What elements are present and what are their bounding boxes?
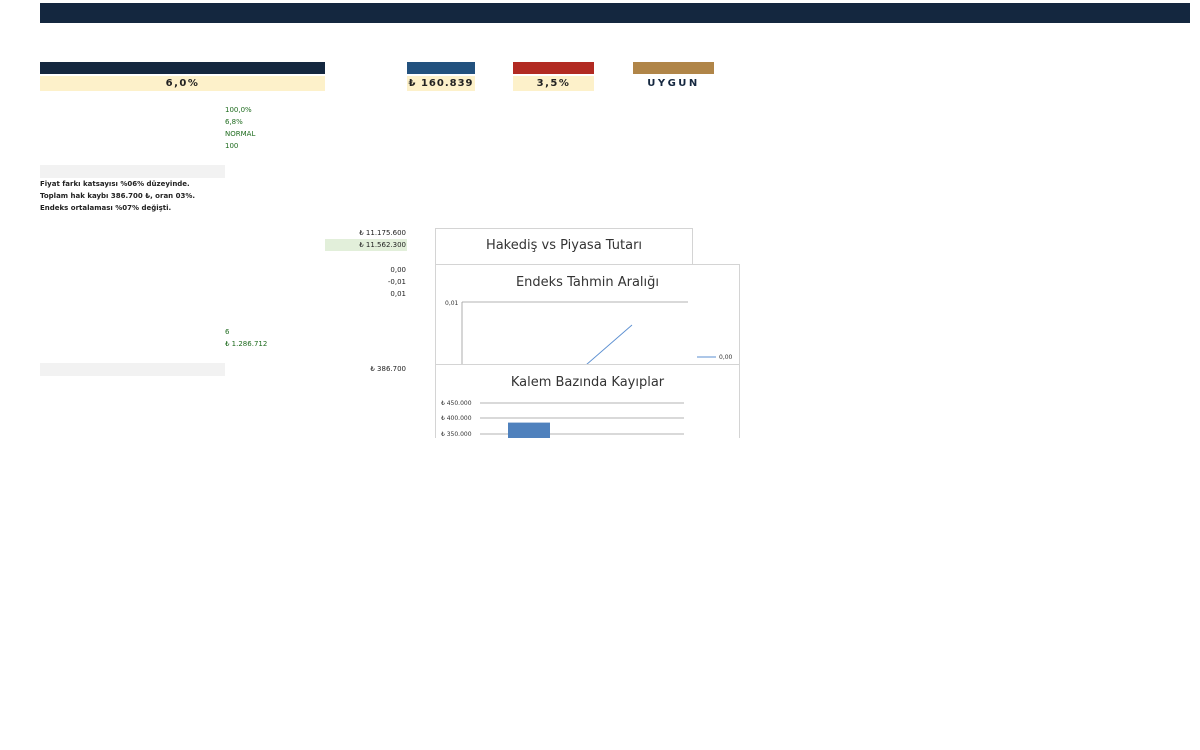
kalem-bar-1 xyxy=(508,422,550,438)
kpi-percent-header xyxy=(513,62,594,74)
kpi-status-value: UYGUN xyxy=(647,78,700,89)
endeks-legend-label: 0,00 xyxy=(719,354,733,361)
chart-kalem-plot: ₺ 450.000 ₺ 400.000 ₺ 350.000 xyxy=(441,400,684,438)
value-5: 0,01 xyxy=(390,290,406,298)
endeks-ytick-label: 0,01 xyxy=(445,300,459,307)
top-banner xyxy=(40,3,1190,23)
note-2: Toplam hak kaybı 386.700 ₺, oran 03%. xyxy=(40,192,195,200)
count-value: 6 xyxy=(225,328,230,336)
kpi-amount-value: ₺ 160.839 xyxy=(407,76,475,91)
chart-hakedis[interactable]: Hakediş vs Piyasa Tutarı xyxy=(435,228,693,266)
value-1: ₺ 11.175.600 xyxy=(359,229,406,237)
kalem-ytick-1: ₺ 450.000 xyxy=(441,400,472,407)
param-3: NORMAL xyxy=(225,130,256,138)
note-1: Fiyat farkı katsayısı %06% düzeyinde. xyxy=(40,180,190,188)
value-2: ₺ 11.562.300 xyxy=(359,241,406,249)
kpi-amount-header xyxy=(407,62,475,74)
value-6: ₺ 386.700 xyxy=(370,365,406,373)
total-value: ₺ 1.286.712 xyxy=(225,340,268,348)
chart-endeks-plot: 0,01 0,00 xyxy=(445,300,733,365)
chart-hakedis-title: Hakediş vs Piyasa Tutarı xyxy=(485,238,643,253)
chart-kalem[interactable]: Kalem Bazında Kayıplar ₺ 450.000 ₺ 400.0… xyxy=(435,364,740,438)
endeks-series-line xyxy=(585,324,633,365)
param-1: 100,0% xyxy=(225,106,252,114)
kpi-rate-header xyxy=(40,62,325,74)
value-3: 0,00 xyxy=(390,266,406,274)
kpi-rate-value: 6,0% xyxy=(40,76,325,91)
chart-endeks[interactable]: Endeks Tahmin Aralığı 0,01 0,00 xyxy=(435,264,740,366)
note-3: Endeks ortalaması %07% değişti. xyxy=(40,204,172,212)
value-4: -0,01 xyxy=(387,278,406,286)
gray-cell-2 xyxy=(40,363,225,376)
gray-cell-1 xyxy=(40,165,225,178)
param-2: 6,8% xyxy=(225,118,243,126)
kalem-ytick-2: ₺ 400.000 xyxy=(441,415,472,422)
kalem-ytick-3: ₺ 350.000 xyxy=(441,431,472,438)
kpi-status-header xyxy=(633,62,714,74)
kpi-percent-value: 3,5% xyxy=(513,76,594,91)
param-4: 100 xyxy=(225,142,239,150)
